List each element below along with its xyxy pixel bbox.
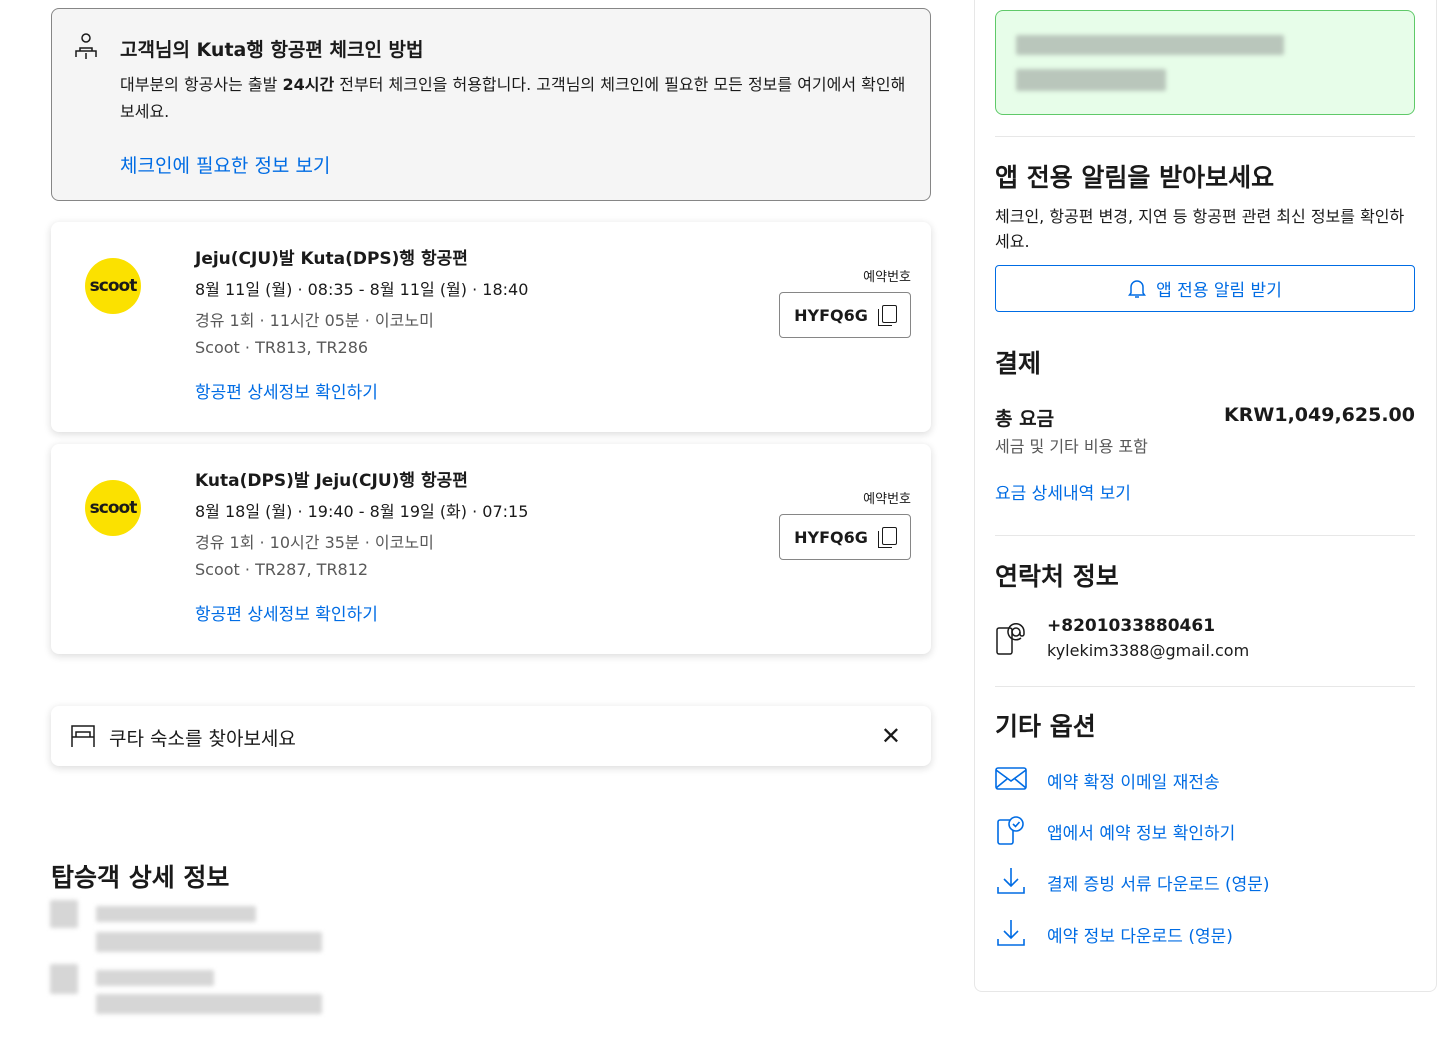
success-banner (995, 10, 1415, 115)
flight-route: Jeju(CJU)발 Kuta(DPS)행 항공편 (195, 249, 468, 269)
app-view-label: 앱에서 예약 정보 확인하기 (1047, 824, 1236, 844)
copy-icon (877, 305, 897, 326)
contact-icon (996, 623, 1025, 655)
payment-title: 결제 (995, 349, 1042, 378)
checkin-info-link[interactable]: 체크인에 필요한 정보 보기 (120, 151, 330, 178)
flight-detail-link[interactable]: 항공편 상세정보 확인하기 (195, 600, 378, 625)
total-price-note: 세금 및 기타 비용 포함 (995, 437, 1148, 456)
reservation-label: 예약번호 (863, 492, 911, 507)
stay-banner-text: 쿠타 숙소를 찾아보세요 (109, 728, 296, 750)
bed-icon (71, 725, 95, 747)
flight-route: Kuta(DPS)발 Jeju(CJU)행 항공편 (195, 471, 468, 491)
flight-detail-link[interactable]: 항공편 상세정보 확인하기 (195, 378, 378, 403)
app-alert-description: 체크인, 항공편 변경, 지연 등 항공편 관련 최신 정보를 확인하세요. (995, 207, 1405, 251)
close-icon[interactable]: ✕ (881, 722, 901, 750)
passenger-avatar (50, 900, 78, 928)
copy-reservation-button[interactable]: HYFQ6G (779, 514, 911, 560)
passenger-name-redacted (96, 970, 214, 986)
other-options-title: 기타 옵션 (995, 712, 1096, 741)
resend-email-option[interactable]: 예약 확정 이메일 재전송 (995, 764, 1295, 794)
total-price-label: 총 요금 (995, 408, 1055, 430)
booking-download-option[interactable]: 예약 정보 다운로드 (영문) (995, 918, 1295, 948)
total-price-value: KRW1,049,625.00 (1224, 404, 1415, 426)
app-view-option[interactable]: 앱에서 예약 정보 확인하기 (995, 815, 1295, 845)
contact-phone: +8201033880461 (1047, 616, 1216, 636)
checkin-title: 고객님의 Kuta행 항공편 체크인 방법 (120, 39, 424, 61)
passenger-details-title: 탑승객 상세 정보 (51, 863, 230, 892)
copy-reservation-button[interactable]: HYFQ6G (779, 292, 911, 338)
flight-carrier: Scoot · TR287, TR812 (195, 560, 369, 579)
mail-icon (995, 767, 1027, 790)
flight-carrier: Scoot · TR813, TR286 (195, 338, 369, 357)
scoot-logo: scoot (85, 258, 141, 314)
checkin-person-icon (75, 33, 97, 59)
price-detail-link[interactable]: 요금 상세내역 보기 (995, 479, 1131, 504)
app-alert-title: 앱 전용 알림을 받아보세요 (995, 163, 1275, 192)
download-icon (997, 920, 1025, 946)
passenger-info-redacted (96, 994, 322, 1014)
copy-icon (877, 527, 897, 548)
flight-times: 8월 18일 (월) · 19:40 - 8월 19일 (화) · 07:15 (195, 502, 529, 521)
flight-stops: 경유 1회 · 10시간 35분 · 이코노미 (195, 533, 434, 552)
reservation-label: 예약번호 (863, 270, 911, 285)
checkin-description: 대부분의 항공사는 출발 24시간 전부터 체크인을 허용합니다. 고객님의 체… (120, 75, 906, 121)
reservation-code: HYFQ6G (794, 527, 868, 547)
receipt-download-option[interactable]: 결제 증빙 서류 다운로드 (영문) (995, 866, 1295, 896)
app-alert-button[interactable]: 앱 전용 알림 받기 (995, 265, 1415, 312)
redacted-text (1016, 35, 1284, 55)
divider (995, 136, 1415, 137)
flight-times: 8월 11일 (월) · 08:35 - 8월 11일 (월) · 18:40 (195, 280, 529, 299)
booking-download-label: 예약 정보 다운로드 (영문) (1047, 927, 1233, 947)
divider (995, 535, 1415, 536)
download-icon (997, 868, 1025, 894)
contact-title: 연락처 정보 (995, 562, 1119, 591)
receipt-download-label: 결제 증빙 서류 다운로드 (영문) (1047, 875, 1270, 895)
resend-email-label: 예약 확정 이메일 재전송 (1047, 773, 1220, 793)
passenger-avatar (50, 964, 78, 994)
contact-email: kylekim3388@gmail.com (1047, 641, 1250, 660)
phone-check-icon (997, 816, 1024, 845)
stay-banner[interactable]: 쿠타 숙소를 찾아보세요 ✕ (51, 706, 931, 766)
divider (995, 686, 1415, 687)
scoot-logo: scoot (85, 480, 141, 536)
flight-card-outbound: scoot Jeju(CJU)발 Kuta(DPS)행 항공편 8월 11일 (… (51, 222, 931, 432)
flight-stops: 경유 1회 · 11시간 05분 · 이코노미 (195, 311, 434, 330)
redacted-text (1016, 69, 1166, 91)
reservation-code: HYFQ6G (794, 305, 868, 325)
checkin-info-box: 고객님의 Kuta행 항공편 체크인 방법 대부분의 항공사는 출발 24시간 … (51, 8, 931, 201)
passenger-info-redacted (96, 932, 322, 952)
passenger-name-redacted (96, 906, 256, 922)
app-alert-button-label: 앱 전용 알림 받기 (1156, 281, 1282, 301)
bell-icon (1128, 279, 1147, 298)
flight-card-return: scoot Kuta(DPS)발 Jeju(CJU)행 항공편 8월 18일 (… (51, 444, 931, 654)
